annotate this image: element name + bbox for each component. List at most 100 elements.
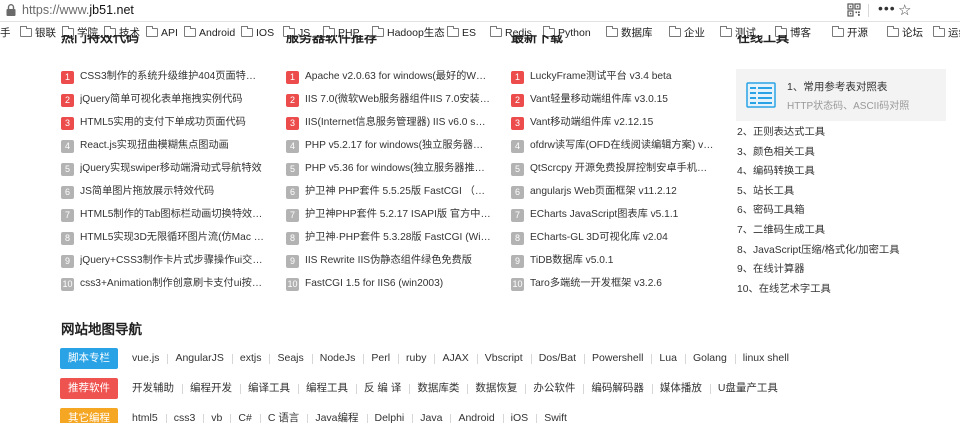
list-item-link[interactable]: TiDB数据库 v5.0.1 [530, 250, 613, 272]
list-item-link[interactable]: IIS 7.0(微软Web服务器组件IIS 7.0安装包)... [305, 89, 491, 111]
list-item[interactable]: 9 jQuery+CSS3制作卡片式步骤操作ui交互特... [61, 250, 266, 273]
sitemap-link[interactable]: vb [203, 408, 230, 423]
sitemap-link[interactable]: extjs [231, 348, 270, 369]
list-item-link[interactable]: Vant移动端组件库 v2.12.15 [530, 112, 653, 134]
bookmark-item[interactable]: 运维 [933, 26, 960, 41]
list-item[interactable]: 2 jQuery简单可视化表单拖拽实例代码 [61, 89, 266, 112]
sitemap-link[interactable]: U盘量产工具 [709, 378, 786, 399]
tool-link[interactable]: 6、密码工具箱 [737, 201, 952, 221]
sitemap-link[interactable]: 反 编 译 [356, 378, 409, 399]
list-item-link[interactable]: jQuery简单可视化表单拖拽实例代码 [80, 89, 242, 111]
sitemap-link[interactable]: 编程工具 [298, 378, 356, 399]
sitemap-link[interactable]: css3 [165, 408, 204, 423]
list-item-link[interactable]: JS简单图片拖放展示特效代码 [80, 181, 214, 203]
sitemap-link[interactable]: C# [230, 408, 259, 423]
list-item-link[interactable]: React.js实现扭曲模糊焦点图动画 [80, 135, 229, 157]
list-item[interactable]: 5 jQuery实现swiper移动端滑动式导航特效 [61, 158, 266, 181]
list-item[interactable]: 10 FastCGI 1.5 for IIS6 (win2003) [286, 273, 491, 296]
sitemap-link[interactable]: AngularJS [167, 348, 231, 369]
bookmark-item[interactable]: Android [184, 26, 235, 41]
list-item-link[interactable]: css3+Animation制作创意刷卡支付ui按钮特... [80, 273, 266, 295]
list-item-link[interactable]: Taro多端统一开发框架 v3.2.6 [530, 273, 662, 295]
sitemap-link[interactable]: Dos/Bat [530, 348, 584, 369]
sitemap-category-tag[interactable]: 其它编程 [60, 408, 118, 423]
list-item-link[interactable]: HTML5实现3D无限循环图片流(仿Mac Dock... [80, 227, 266, 249]
sitemap-link[interactable]: NodeJs [311, 348, 364, 369]
sitemap-link[interactable]: Lua [651, 348, 685, 369]
sitemap-link[interactable]: 开发辅助 [124, 378, 182, 399]
sitemap-link[interactable]: 数据库类 [409, 378, 467, 399]
list-item[interactable]: 3 IIS(Internet信息服务管理器) IIS v6.0 sp2(... [286, 112, 491, 135]
sitemap-link[interactable]: 编码解码器 [583, 378, 652, 399]
list-item-link[interactable]: LuckyFrame测试平台 v3.4 beta [530, 66, 672, 88]
list-item[interactable]: 4 PHP v5.2.17 for windows(独立服务器推荐... [286, 135, 491, 158]
list-item-link[interactable]: QtScrcpy 开源免费投屏控制安卓手机软件 ... [530, 158, 716, 180]
list-item[interactable]: 4 React.js实现扭曲模糊焦点图动画 [61, 135, 266, 158]
sitemap-link[interactable]: Powershell [584, 348, 651, 369]
sitemap-link[interactable]: AJAX [434, 348, 476, 369]
list-item-link[interactable]: 护卫神PHP套件 5.2.17 ISAPI版 官方中文官... [305, 204, 491, 226]
list-item-link[interactable]: HTML5制作的Tab图标栏动画切换特效源码 [80, 204, 266, 226]
list-item[interactable]: 3 Vant移动端组件库 v2.12.15 [511, 112, 716, 135]
list-item[interactable]: 9 IIS Rewrite IIS伪静态组件绿色免费版 [286, 250, 491, 273]
list-item[interactable]: 6 JS简单图片拖放展示特效代码 [61, 181, 266, 204]
list-item-link[interactable]: IIS Rewrite IIS伪静态组件绿色免费版 [305, 250, 472, 272]
list-item-link[interactable]: 护卫神·PHP套件 5.3.28版 FastCGI (Win200... [305, 227, 491, 249]
list-item[interactable]: 7 HTML5制作的Tab图标栏动画切换特效源码 [61, 204, 266, 227]
bookmark-item[interactable]: 银联 [20, 26, 56, 41]
bookmark-item[interactable]: 企业 [669, 26, 705, 41]
sitemap-link[interactable]: C 语言 [259, 408, 308, 423]
sitemap-link[interactable]: Android [450, 408, 502, 423]
tool-link[interactable]: 4、编码转换工具 [737, 162, 952, 182]
sitemap-link[interactable]: 媒体播放 [651, 378, 710, 399]
list-item-link[interactable]: IIS(Internet信息服务管理器) IIS v6.0 sp2(... [305, 112, 491, 134]
list-item-link[interactable]: ECharts JavaScript图表库 v5.1.1 [530, 204, 678, 226]
tool-link[interactable]: 3、颜色相关工具 [737, 143, 952, 163]
list-item[interactable]: 5 PHP v5.36 for windows(独立服务器推荐使... [286, 158, 491, 181]
list-item[interactable]: 2 IIS 7.0(微软Web服务器组件IIS 7.0安装包)... [286, 89, 491, 112]
list-item[interactable]: 2 Vant轻量移动端组件库 v3.0.15 [511, 89, 716, 112]
list-item-link[interactable]: ECharts-GL 3D可视化库 v2.04 [530, 227, 668, 249]
list-item[interactable]: 1 LuckyFrame测试平台 v3.4 beta [511, 66, 716, 89]
sitemap-link[interactable]: Perl [363, 348, 398, 369]
tool-link[interactable]: 10、在线艺术字工具 [737, 280, 952, 300]
list-item[interactable]: 8 护卫神·PHP套件 5.3.28版 FastCGI (Win200... [286, 227, 491, 250]
list-item-link[interactable]: angularjs Web页面框架 v11.2.12 [530, 181, 677, 203]
list-item[interactable]: 10 Taro多端统一开发框架 v3.2.6 [511, 273, 716, 296]
sitemap-link[interactable]: 办公软件 [525, 378, 583, 399]
list-item-link[interactable]: jQuery实现swiper移动端滑动式导航特效 [80, 158, 262, 180]
sitemap-link[interactable]: Delphi [366, 408, 413, 423]
sitemap-link[interactable]: linux shell [734, 348, 797, 369]
bookmark-item[interactable]: ES [447, 26, 476, 41]
url-text[interactable]: https://www.jb51.net [22, 3, 134, 17]
list-item-link[interactable]: CSS3制作的系统升级维护404页面特效源码 [80, 66, 266, 88]
list-item-link[interactable]: jQuery+CSS3制作卡片式步骤操作ui交互特... [80, 250, 266, 272]
sitemap-category-tag[interactable]: 推荐软件 [60, 378, 118, 399]
list-item-link[interactable]: 护卫神 PHP套件 5.5.25版 FastCGI （Win20... [305, 181, 491, 203]
list-item[interactable]: 7 ECharts JavaScript图表库 v5.1.1 [511, 204, 716, 227]
list-item-link[interactable]: HTML5实用的支付下单成功页面代码 [80, 112, 246, 134]
list-item-link[interactable]: Apache v2.0.63 for windows(最好的WEB服... [305, 66, 491, 88]
list-item[interactable]: 5 QtScrcpy 开源免费投屏控制安卓手机软件 ... [511, 158, 716, 181]
list-item[interactable]: 10 css3+Animation制作创意刷卡支付ui按钮特... [61, 273, 266, 296]
list-item[interactable]: 4 ofdrw读写库(OFD在线阅读编辑方案) v1.8.9 [511, 135, 716, 158]
list-item-link[interactable]: PHP v5.2.17 for windows(独立服务器推荐... [305, 135, 491, 157]
list-item[interactable]: 1 Apache v2.0.63 for windows(最好的WEB服... [286, 66, 491, 89]
sitemap-link[interactable]: vue.js [124, 348, 167, 369]
list-item-link[interactable]: Vant轻量移动端组件库 v3.0.15 [530, 89, 668, 111]
list-item-link[interactable]: FastCGI 1.5 for IIS6 (win2003) [305, 273, 443, 295]
list-item[interactable]: 6 护卫神 PHP套件 5.5.25版 FastCGI （Win20... [286, 181, 491, 204]
list-item[interactable]: 3 HTML5实用的支付下单成功页面代码 [61, 112, 266, 135]
list-item[interactable]: 6 angularjs Web页面框架 v11.2.12 [511, 181, 716, 204]
sitemap-link[interactable]: Golang [684, 348, 735, 369]
sitemap-link[interactable]: Java [412, 408, 450, 423]
tool-link[interactable]: 8、JavaScript压缩/格式化/加密工具 [737, 241, 952, 261]
reference-table-card[interactable]: 1、常用参考表对照表 HTTP状态码、ASCII码对照 [736, 69, 946, 121]
list-item-link[interactable]: PHP v5.36 for windows(独立服务器推荐使... [305, 158, 491, 180]
sitemap-link[interactable]: 编译工具 [240, 378, 298, 399]
bookmark-item[interactable]: IOS [241, 26, 274, 41]
list-item[interactable]: 8 ECharts-GL 3D可视化库 v2.04 [511, 227, 716, 250]
sitemap-link[interactable]: Seajs [269, 348, 311, 369]
bookmark-item[interactable]: 开源 [832, 26, 868, 41]
bookmark-item[interactable]: 手 [0, 27, 11, 41]
